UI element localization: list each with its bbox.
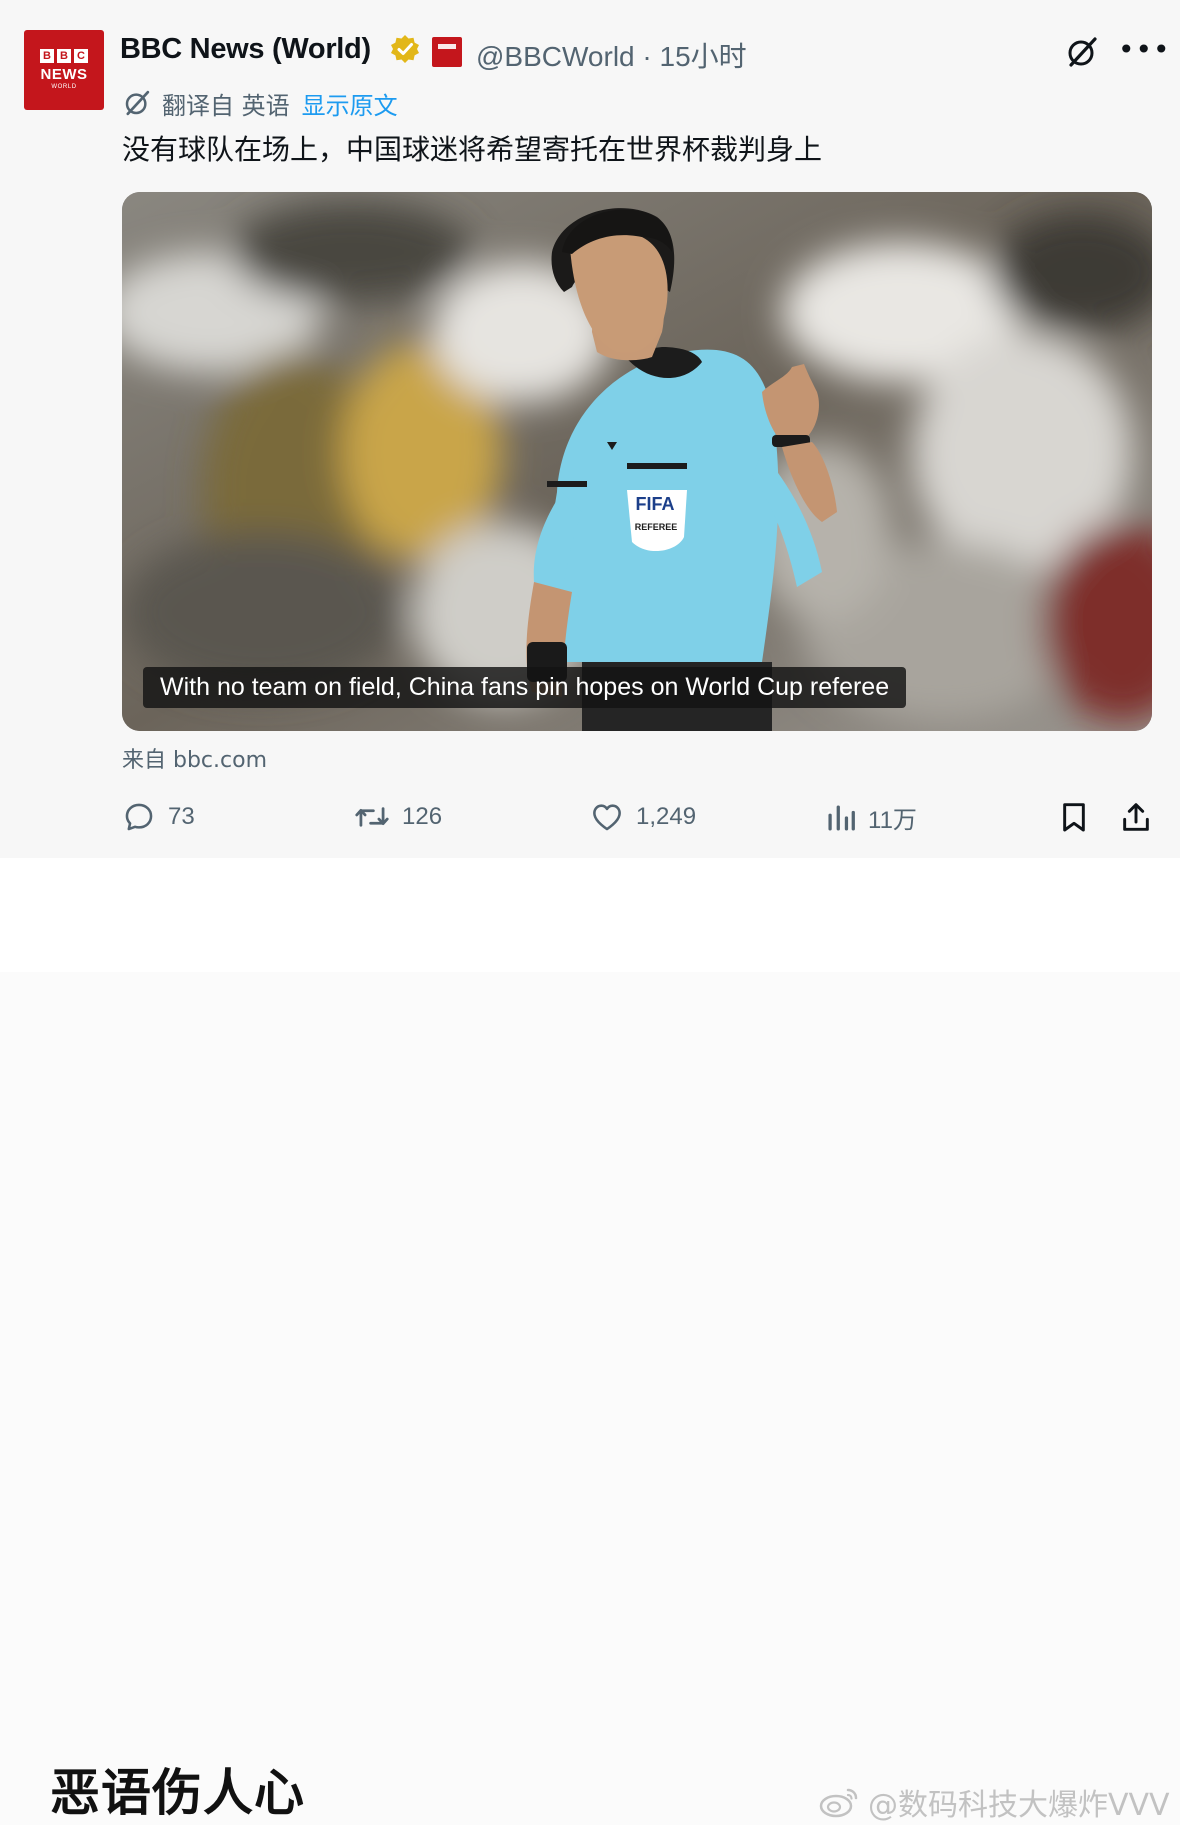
reply-icon — [125, 803, 153, 831]
bbc-letter: C — [74, 49, 88, 63]
referee-photo: FIFA REFEREE — [122, 192, 1152, 731]
like-button[interactable]: 1,249 — [590, 800, 696, 834]
headline-text: 恶语伤人心 — [50, 1764, 305, 1822]
reply-count: 73 — [168, 803, 195, 830]
views-icon — [828, 804, 855, 831]
bbc-letter: B — [57, 49, 71, 63]
bookmark-icon[interactable] — [1058, 800, 1090, 836]
link-source[interactable]: 来自 bbc.com — [122, 742, 267, 774]
jersey-fifa-text: FIFA — [636, 494, 675, 514]
bbc-letter: B — [40, 49, 54, 63]
translated-from-label: 翻译自 英语 — [162, 91, 290, 120]
views-button[interactable]: 11万 — [826, 800, 917, 835]
show-original-link[interactable]: 显示原文 — [302, 86, 398, 121]
avatar[interactable]: B B C NEWS WORLD — [24, 30, 104, 110]
heart-icon — [593, 804, 621, 831]
avatar-news-text: NEWS — [40, 66, 88, 83]
handle-and-time[interactable]: @BBCWorld · 15小时 — [476, 35, 747, 75]
media-card[interactable]: FIFA REFEREE — [122, 192, 1152, 731]
retweet-icon — [355, 807, 389, 827]
affiliation-badge-icon[interactable] — [432, 37, 462, 67]
grok-icon[interactable] — [1064, 34, 1100, 70]
more-options-icon[interactable]: ••• — [1118, 36, 1171, 64]
views-count: 11万 — [868, 807, 917, 834]
translation-row: 翻译自 英语 显示原文 — [122, 86, 398, 120]
tweet-text: 没有球队在场上，中国球迷将希望寄托在世界杯裁判身上 — [122, 133, 823, 166]
grok-translate-icon — [125, 90, 150, 116]
tweet-card[interactable]: B B C NEWS WORLD BBC News (World) @BBCWo… — [0, 0, 1180, 858]
reply-button[interactable]: 73 — [122, 800, 195, 834]
watermark-text: @数码科技大爆炸VVV — [868, 1788, 1170, 1823]
bbc-logo: B B C — [40, 49, 88, 63]
share-icon[interactable] — [1120, 800, 1152, 836]
post-caption-area: 恶语伤人心 @数码科技大爆炸VVV — [0, 858, 1180, 1823]
weibo-logo-icon — [819, 1788, 858, 1818]
display-name[interactable]: BBC News (World) — [120, 33, 371, 66]
like-count: 1,249 — [636, 803, 697, 830]
avatar-world-text: WORLD — [51, 84, 77, 90]
media-caption: With no team on field, China fans pin ho… — [143, 667, 907, 708]
jersey-badge-text: REFEREE — [635, 522, 678, 532]
weibo-watermark: @数码科技大爆炸VVV — [818, 1780, 1170, 1824]
retweet-count: 126 — [402, 803, 443, 830]
verified-badge-icon — [391, 35, 419, 63]
retweet-button[interactable]: 126 — [354, 800, 442, 834]
